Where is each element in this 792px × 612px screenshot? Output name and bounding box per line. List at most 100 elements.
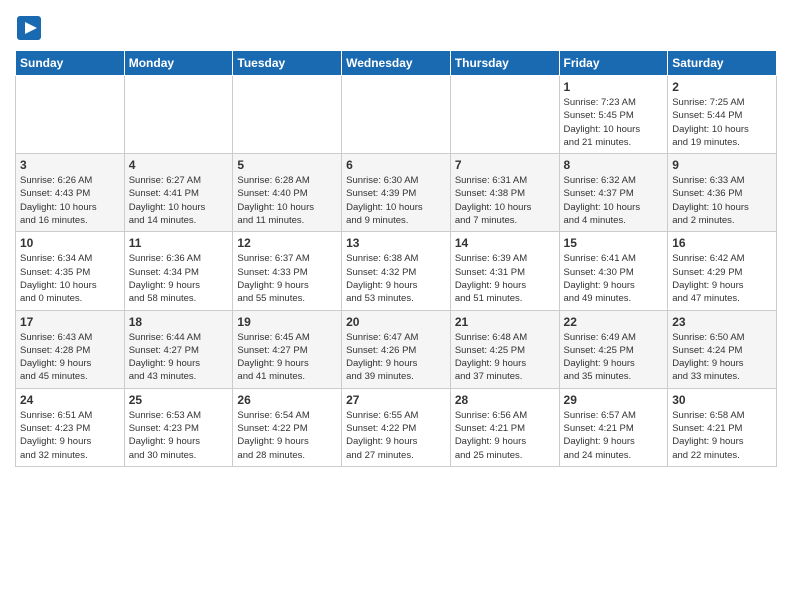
calendar-cell: 28 Sunrise: 6:56 AM Sunset: 4:21 PM Dayli… [450, 388, 559, 466]
calendar-cell: 21Sunrise: 6:48 AM Sunset: 4:25 PM Dayli… [450, 310, 559, 388]
day-number: 13 [346, 236, 446, 250]
calendar-cell: 11 Sunrise: 6:36 AM Sunset: 4:34 PM Dayli… [124, 232, 233, 310]
calendar-cell: 18Sunrise: 6:44 AM Sunset: 4:27 PM Dayli… [124, 310, 233, 388]
day-info: Sunrise: 7:25 AM Sunset: 5:44 PM Dayligh… [672, 96, 772, 149]
calendar-cell: 14 Sunrise: 6:39 AM Sunset: 4:31 PM Dayli… [450, 232, 559, 310]
calendar-week-row: 3 Sunrise: 6:26 AM Sunset: 4:43 PM Daylig… [16, 154, 777, 232]
day-number: 10 [20, 236, 120, 250]
calendar-cell: 6Sunrise: 6:30 AM Sunset: 4:39 PM Daylig… [342, 154, 451, 232]
calendar-week-row: 24Sunrise: 6:51 AM Sunset: 4:23 PM Dayli… [16, 388, 777, 466]
calendar-week-row: 17Sunrise: 6:43 AM Sunset: 4:28 PM Dayli… [16, 310, 777, 388]
day-info: Sunrise: 6:45 AM Sunset: 4:27 PM Dayligh… [237, 331, 337, 384]
day-info: Sunrise: 6:27 AM Sunset: 4:41 PM Dayligh… [129, 174, 229, 227]
day-info: Sunrise: 6:31 AM Sunset: 4:38 PM Dayligh… [455, 174, 555, 227]
day-info: Sunrise: 6:34 AM Sunset: 4:35 PM Dayligh… [20, 252, 120, 305]
calendar-cell: 16 Sunrise: 6:42 AM Sunset: 4:29 PM Dayli… [668, 232, 777, 310]
day-number: 4 [129, 158, 229, 172]
day-info: Sunrise: 7:23 AM Sunset: 5:45 PM Dayligh… [564, 96, 664, 149]
day-info: Sunrise: 6:41 AM Sunset: 4:30 PM Dayligh… [564, 252, 664, 305]
day-info: Sunrise: 6:26 AM Sunset: 4:43 PM Dayligh… [20, 174, 120, 227]
weekday-header: Thursday [450, 51, 559, 76]
logo [15, 14, 47, 42]
day-number: 1 [564, 80, 664, 94]
calendar-cell: 1 Sunrise: 7:23 AM Sunset: 5:45 PM Daylig… [559, 76, 668, 154]
day-number: 14 [455, 236, 555, 250]
day-number: 8 [564, 158, 664, 172]
calendar-cell: 29 Sunrise: 6:57 AM Sunset: 4:21 PM Dayli… [559, 388, 668, 466]
logo-icon [15, 14, 43, 42]
day-number: 29 [564, 393, 664, 407]
day-number: 5 [237, 158, 337, 172]
weekday-header: Wednesday [342, 51, 451, 76]
day-number: 30 [672, 393, 772, 407]
day-info: Sunrise: 6:38 AM Sunset: 4:32 PM Dayligh… [346, 252, 446, 305]
calendar-cell [124, 76, 233, 154]
calendar-body: 1 Sunrise: 7:23 AM Sunset: 5:45 PM Daylig… [16, 76, 777, 467]
calendar-week-row: 1 Sunrise: 7:23 AM Sunset: 5:45 PM Daylig… [16, 76, 777, 154]
day-number: 15 [564, 236, 664, 250]
day-info: Sunrise: 6:56 AM Sunset: 4:21 PM Dayligh… [455, 409, 555, 462]
calendar-cell: 25 Sunrise: 6:53 AM Sunset: 4:23 PM Dayli… [124, 388, 233, 466]
page-header [15, 10, 777, 42]
day-number: 28 [455, 393, 555, 407]
day-number: 9 [672, 158, 772, 172]
day-info: Sunrise: 6:50 AM Sunset: 4:24 PM Dayligh… [672, 331, 772, 384]
day-info: Sunrise: 6:51 AM Sunset: 4:23 PM Dayligh… [20, 409, 120, 462]
weekday-header: Friday [559, 51, 668, 76]
day-number: 11 [129, 236, 229, 250]
day-info: Sunrise: 6:57 AM Sunset: 4:21 PM Dayligh… [564, 409, 664, 462]
day-number: 25 [129, 393, 229, 407]
day-info: Sunrise: 6:32 AM Sunset: 4:37 PM Dayligh… [564, 174, 664, 227]
calendar-cell: 30 Sunrise: 6:58 AM Sunset: 4:21 PM Dayli… [668, 388, 777, 466]
day-number: 16 [672, 236, 772, 250]
calendar-cell: 5Sunrise: 6:28 AM Sunset: 4:40 PM Daylig… [233, 154, 342, 232]
day-info: Sunrise: 6:54 AM Sunset: 4:22 PM Dayligh… [237, 409, 337, 462]
day-number: 27 [346, 393, 446, 407]
calendar-cell: 10 Sunrise: 6:34 AM Sunset: 4:35 PM Dayli… [16, 232, 125, 310]
day-info: Sunrise: 6:49 AM Sunset: 4:25 PM Dayligh… [564, 331, 664, 384]
calendar-cell: 13 Sunrise: 6:38 AM Sunset: 4:32 PM Dayli… [342, 232, 451, 310]
calendar-week-row: 10 Sunrise: 6:34 AM Sunset: 4:35 PM Dayli… [16, 232, 777, 310]
calendar-table: SundayMondayTuesdayWednesdayThursdayFrid… [15, 50, 777, 467]
day-number: 19 [237, 315, 337, 329]
day-number: 22 [564, 315, 664, 329]
weekday-header: Saturday [668, 51, 777, 76]
day-info: Sunrise: 6:37 AM Sunset: 4:33 PM Dayligh… [237, 252, 337, 305]
calendar-cell: 7 Sunrise: 6:31 AM Sunset: 4:38 PM Daylig… [450, 154, 559, 232]
weekday-header: Tuesday [233, 51, 342, 76]
calendar-cell [233, 76, 342, 154]
calendar-cell: 26 Sunrise: 6:54 AM Sunset: 4:22 PM Dayli… [233, 388, 342, 466]
calendar-cell [342, 76, 451, 154]
day-number: 2 [672, 80, 772, 94]
day-info: Sunrise: 6:48 AM Sunset: 4:25 PM Dayligh… [455, 331, 555, 384]
calendar-cell: 19 Sunrise: 6:45 AM Sunset: 4:27 PM Dayli… [233, 310, 342, 388]
calendar-cell: 23 Sunrise: 6:50 AM Sunset: 4:24 PM Dayli… [668, 310, 777, 388]
day-info: Sunrise: 6:42 AM Sunset: 4:29 PM Dayligh… [672, 252, 772, 305]
day-number: 18 [129, 315, 229, 329]
calendar-cell: 24Sunrise: 6:51 AM Sunset: 4:23 PM Dayli… [16, 388, 125, 466]
day-info: Sunrise: 6:39 AM Sunset: 4:31 PM Dayligh… [455, 252, 555, 305]
day-number: 17 [20, 315, 120, 329]
calendar-cell: 20Sunrise: 6:47 AM Sunset: 4:26 PM Dayli… [342, 310, 451, 388]
day-info: Sunrise: 6:33 AM Sunset: 4:36 PM Dayligh… [672, 174, 772, 227]
day-number: 20 [346, 315, 446, 329]
day-number: 12 [237, 236, 337, 250]
calendar-cell: 9 Sunrise: 6:33 AM Sunset: 4:36 PM Daylig… [668, 154, 777, 232]
day-info: Sunrise: 6:36 AM Sunset: 4:34 PM Dayligh… [129, 252, 229, 305]
calendar-cell: 22 Sunrise: 6:49 AM Sunset: 4:25 PM Dayli… [559, 310, 668, 388]
calendar-cell: 15 Sunrise: 6:41 AM Sunset: 4:30 PM Dayli… [559, 232, 668, 310]
day-number: 7 [455, 158, 555, 172]
calendar-cell: 12 Sunrise: 6:37 AM Sunset: 4:33 PM Dayli… [233, 232, 342, 310]
day-number: 3 [20, 158, 120, 172]
day-info: Sunrise: 6:53 AM Sunset: 4:23 PM Dayligh… [129, 409, 229, 462]
day-info: Sunrise: 6:58 AM Sunset: 4:21 PM Dayligh… [672, 409, 772, 462]
weekday-header: Monday [124, 51, 233, 76]
calendar-cell: 3 Sunrise: 6:26 AM Sunset: 4:43 PM Daylig… [16, 154, 125, 232]
calendar-cell: 27 Sunrise: 6:55 AM Sunset: 4:22 PM Dayli… [342, 388, 451, 466]
day-number: 26 [237, 393, 337, 407]
day-info: Sunrise: 6:30 AM Sunset: 4:39 PM Dayligh… [346, 174, 446, 227]
day-number: 23 [672, 315, 772, 329]
calendar-cell: 17Sunrise: 6:43 AM Sunset: 4:28 PM Dayli… [16, 310, 125, 388]
calendar-cell: 8 Sunrise: 6:32 AM Sunset: 4:37 PM Daylig… [559, 154, 668, 232]
day-info: Sunrise: 6:55 AM Sunset: 4:22 PM Dayligh… [346, 409, 446, 462]
